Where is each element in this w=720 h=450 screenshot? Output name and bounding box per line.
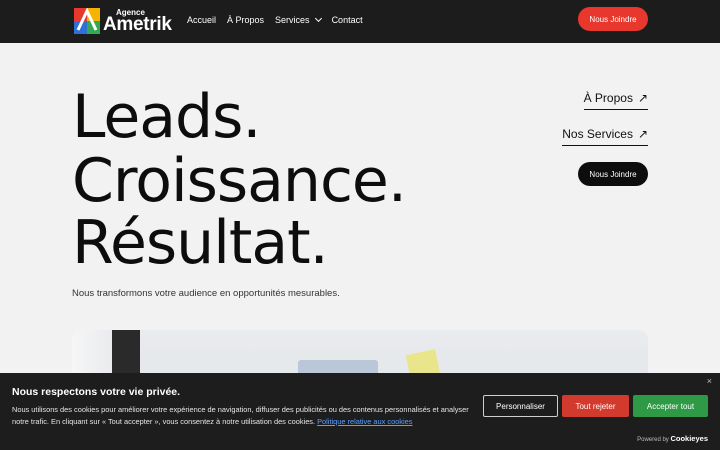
header-contact-button[interactable]: Nous Joindre	[578, 7, 648, 31]
hero-headline-line3: Résultat.	[72, 208, 329, 278]
services-link[interactable]: Nos Services ↗	[562, 127, 648, 146]
cookie-title: Nous respectons votre vie privée.	[12, 386, 181, 398]
nav-label: À Propos	[227, 15, 265, 25]
about-link[interactable]: À Propos ↗	[583, 91, 648, 110]
nav-item-a-propos[interactable]: À Propos	[227, 15, 264, 25]
site-header: Agence Ametrik Accueil À Propos Services…	[0, 0, 720, 43]
nav-label: Contact	[331, 15, 363, 25]
customize-button[interactable]: Personnaliser	[483, 395, 558, 417]
close-icon[interactable]: ×	[707, 376, 712, 386]
nav-label: Services	[275, 15, 310, 25]
nav-item-accueil[interactable]: Accueil	[187, 15, 216, 25]
reject-all-button[interactable]: Tout rejeter	[562, 395, 629, 417]
hero-headline-line2: Croissance.	[72, 146, 407, 216]
hero-subtitle: Nous transformons votre audience en oppo…	[72, 288, 340, 299]
logo-name: Ametrik	[103, 14, 172, 35]
hero-headline-line1: Leads.	[72, 82, 261, 152]
logo-mark-icon	[74, 8, 100, 34]
services-link-label: Nos Services	[562, 127, 633, 141]
nav-item-services[interactable]: Services	[275, 14, 322, 25]
main-nav: Accueil À Propos Services Contact	[187, 14, 363, 25]
cookie-banner: × Nous respectons votre vie privée. Nous…	[0, 373, 720, 450]
nav-label: Accueil	[187, 15, 217, 25]
arrow-up-right-icon: ↗	[637, 91, 648, 105]
arrow-up-right-icon: ↗	[637, 127, 648, 141]
hero-contact-button[interactable]: Nous Joindre	[578, 162, 648, 186]
logo[interactable]: Agence Ametrik	[74, 8, 174, 36]
chevron-down-icon	[314, 14, 322, 23]
powered-by: Powered by Cookieyes	[637, 434, 708, 443]
cookie-description: Nous utilisons des cookies pour améliore…	[12, 404, 472, 428]
about-link-label: À Propos	[583, 91, 633, 105]
accept-all-button[interactable]: Accepter tout	[633, 395, 708, 417]
cookie-policy-link[interactable]: Politique relative aux cookies	[317, 417, 412, 426]
powered-by-label: Powered by	[637, 437, 669, 443]
nav-item-contact[interactable]: Contact	[332, 15, 363, 25]
powered-by-brand: Cookieyes	[670, 434, 708, 443]
